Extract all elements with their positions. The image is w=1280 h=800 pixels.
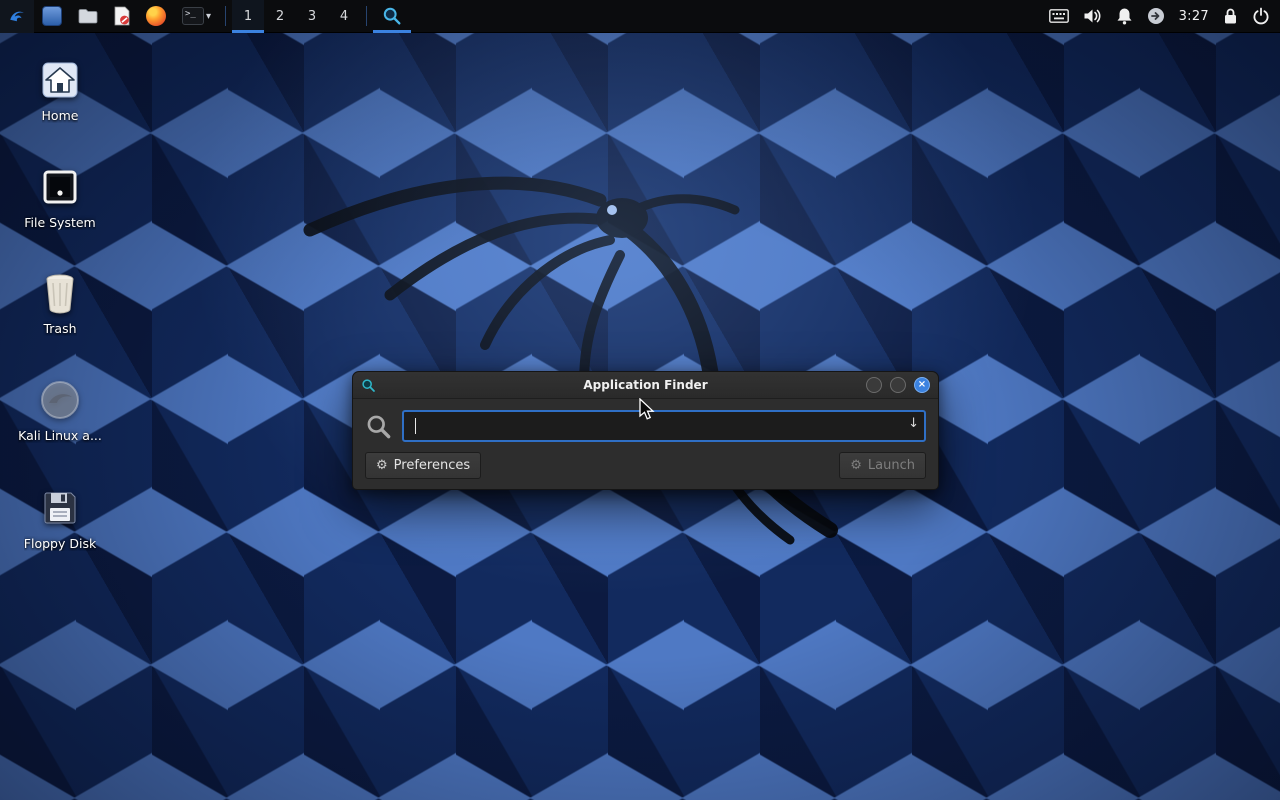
search-icon-large	[365, 413, 392, 440]
panel-separator-2	[366, 6, 367, 26]
text-caret	[415, 418, 416, 434]
desktop-icon-label: Home	[42, 108, 79, 123]
desktop-icon-trash[interactable]: Trash	[12, 270, 108, 336]
maximize-button[interactable]	[890, 377, 906, 393]
folder-icon	[78, 8, 98, 24]
panel-right: 3:27	[1049, 0, 1280, 32]
application-finder-window: Application Finder × ↓ ⚙ Preferences	[352, 371, 939, 490]
terminal-dropdown-caret-icon[interactable]: ▾	[206, 11, 211, 22]
window-manager-launcher[interactable]	[34, 0, 70, 33]
search-input[interactable]	[402, 410, 926, 442]
panel-left: >_ ▾ 1 2 3 4	[0, 0, 411, 32]
taskbar-application-finder[interactable]	[373, 0, 411, 33]
kali-dragon-art	[270, 110, 910, 590]
updates-status-icon[interactable]	[1147, 7, 1165, 25]
trash-icon	[37, 270, 83, 316]
desktop-icon-label: File System	[24, 215, 96, 230]
workspace-1[interactable]: 1	[232, 0, 264, 33]
text-editor-launcher[interactable]	[106, 0, 138, 33]
close-button[interactable]: ×	[914, 377, 930, 393]
desktop-icon-label: Floppy Disk	[24, 536, 96, 551]
window-title: Application Finder	[353, 378, 938, 392]
kali-docs-icon	[37, 377, 83, 423]
file-system-icon	[37, 164, 83, 210]
close-icon: ×	[918, 380, 926, 390]
workspace-4[interactable]: 4	[328, 0, 360, 33]
notifications-bell-icon[interactable]	[1116, 7, 1133, 25]
workspace-3[interactable]: 3	[296, 0, 328, 33]
button-row: ⚙ Preferences ⚙ Launch	[365, 452, 926, 479]
desktop-icon-home[interactable]: Home	[12, 57, 108, 123]
terminal-launcher[interactable]: >_ ▾	[174, 0, 219, 33]
desktop-icon-kali-docs[interactable]: Kali Linux a...	[12, 377, 108, 443]
floppy-disk-icon	[37, 485, 83, 531]
panel-separator	[225, 6, 226, 26]
top-panel: >_ ▾ 1 2 3 4	[0, 0, 1280, 33]
launch-label: Launch	[868, 458, 915, 473]
keyboard-layout-icon[interactable]	[1049, 9, 1069, 23]
workspace-3-label: 3	[308, 9, 316, 24]
kali-logo-icon	[8, 5, 26, 27]
gear-icon: ⚙	[376, 458, 388, 473]
lock-screen-icon[interactable]	[1223, 7, 1238, 25]
file-manager-launcher[interactable]	[70, 0, 106, 33]
workspace-1-label: 1	[244, 9, 252, 24]
firefox-launcher[interactable]	[138, 0, 174, 33]
launch-icon: ⚙	[850, 458, 862, 473]
desktop-icon-label: Trash	[43, 321, 76, 336]
preferences-button[interactable]: ⚙ Preferences	[365, 452, 481, 479]
search-row: ↓	[365, 410, 926, 442]
history-dropdown-icon[interactable]: ↓	[908, 416, 919, 431]
firefox-icon	[146, 6, 166, 26]
search-input-wrap: ↓	[402, 410, 926, 442]
terminal-icon: >_	[182, 7, 204, 25]
window-search-icon	[361, 378, 376, 393]
preferences-label: Preferences	[394, 458, 470, 473]
workspace-4-label: 4	[340, 9, 348, 24]
desktop-icon-file-system[interactable]: File System	[12, 164, 108, 230]
window-buttons: ×	[866, 377, 930, 393]
search-icon	[382, 6, 402, 26]
window-titlebar[interactable]: Application Finder ×	[353, 372, 938, 399]
window-icon	[42, 6, 62, 26]
workspace-2[interactable]: 2	[264, 0, 296, 33]
kali-menu-button[interactable]	[0, 0, 34, 33]
minimize-button[interactable]	[866, 377, 882, 393]
logout-power-icon[interactable]	[1252, 7, 1270, 25]
launch-button[interactable]: ⚙ Launch	[839, 452, 926, 479]
workspace-2-label: 2	[276, 9, 284, 24]
finder-body: ↓ ⚙ Preferences ⚙ Launch	[353, 399, 938, 489]
volume-icon[interactable]	[1083, 8, 1102, 24]
home-icon	[37, 57, 83, 103]
desktop-icon-floppy-disk[interactable]: Floppy Disk	[12, 485, 108, 551]
desktop-icon-label: Kali Linux a...	[18, 428, 102, 443]
panel-clock[interactable]: 3:27	[1179, 9, 1209, 24]
document-icon	[114, 6, 130, 26]
